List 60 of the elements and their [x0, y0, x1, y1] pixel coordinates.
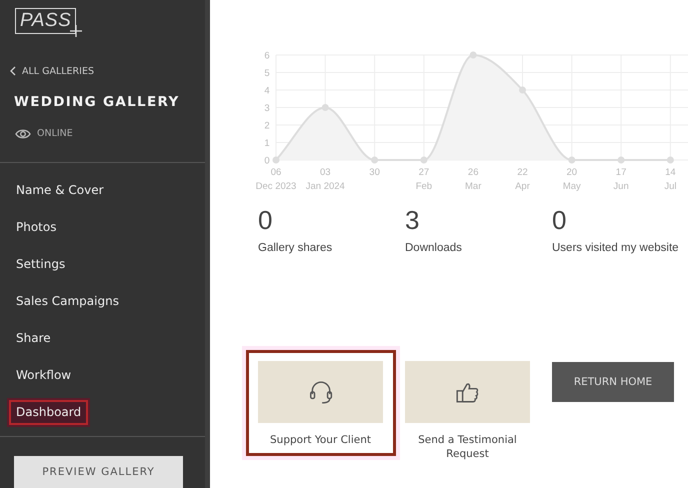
x-tick-label: 26 [468, 167, 478, 178]
y-tick-label: 6 [264, 50, 270, 62]
nav-item[interactable]: Sales Campaigns [9, 288, 126, 314]
stat-label: Downloads [405, 242, 462, 254]
gallery-title: WEDDING GALLERY [14, 94, 181, 110]
nav-item[interactable]: Dashboard [9, 400, 88, 425]
x-month-label: Feb [416, 181, 432, 192]
y-tick-label: 3 [264, 103, 270, 114]
y-tick-label: 4 [264, 86, 270, 96]
data-point [272, 156, 280, 164]
action-tile[interactable] [405, 361, 530, 423]
nav-item[interactable]: Name & Cover [9, 178, 111, 203]
stat-value: 0 [552, 205, 566, 235]
y-tick-label: 5 [264, 68, 270, 79]
data-point [568, 156, 576, 164]
x-month-label: May [562, 181, 581, 192]
x-month-label: Jan 2024 [306, 181, 345, 192]
chevron-left-icon [10, 66, 16, 76]
action-label: Send a Testimonial Request [417, 433, 518, 461]
y-tick-label: 2 [264, 120, 270, 132]
action-label: Support Your Client [270, 433, 371, 447]
data-point [519, 86, 526, 94]
data-point [371, 156, 378, 164]
back-link[interactable]: ALL GALLERIES [10, 66, 205, 77]
y-tick-label: 1 [264, 138, 270, 149]
data-point [420, 156, 428, 164]
logo-text: PASS [15, 8, 76, 34]
data-point [618, 156, 625, 164]
eye-icon [15, 128, 31, 140]
x-month-label: Mar [465, 181, 482, 192]
stat-value: 3 [405, 205, 420, 235]
stat-value: 0 [258, 205, 272, 235]
nav-item[interactable]: Share [9, 326, 58, 351]
y-tick-label: 0 [264, 156, 270, 166]
x-tick-label: 22 [517, 167, 528, 178]
x-tick-label: 06 [270, 167, 282, 178]
nav-item[interactable]: Settings [9, 252, 72, 277]
plus-icon [70, 24, 82, 37]
x-tick-label: 30 [369, 167, 380, 178]
nav-item[interactable]: Workflow [9, 362, 78, 388]
x-tick-label: 14 [665, 167, 676, 178]
stat-label: Users visited my website [552, 242, 679, 254]
x-month-label: Jul [664, 181, 676, 192]
preview-gallery-button[interactable]: PREVIEW GALLERY [14, 456, 183, 488]
status-label: ONLINE [37, 128, 73, 140]
x-month-label: Apr [515, 181, 530, 192]
nav-item[interactable]: Photos [9, 214, 64, 240]
x-tick-label: 17 [616, 167, 626, 178]
data-point [470, 52, 477, 58]
x-tick-label: 20 [566, 167, 578, 178]
data-point [666, 156, 674, 164]
x-tick-label: 27 [418, 167, 430, 178]
headset-icon [308, 380, 333, 404]
x-month-label: Dec 2023 [256, 181, 296, 192]
data-point [322, 104, 329, 111]
x-month-label: Jun [613, 181, 629, 192]
action-tile[interactable] [258, 361, 383, 423]
stat-label: Gallery shares [258, 242, 332, 254]
return-home-button[interactable]: RETURN HOME [552, 362, 674, 402]
x-tick-label: 03 [320, 167, 331, 178]
